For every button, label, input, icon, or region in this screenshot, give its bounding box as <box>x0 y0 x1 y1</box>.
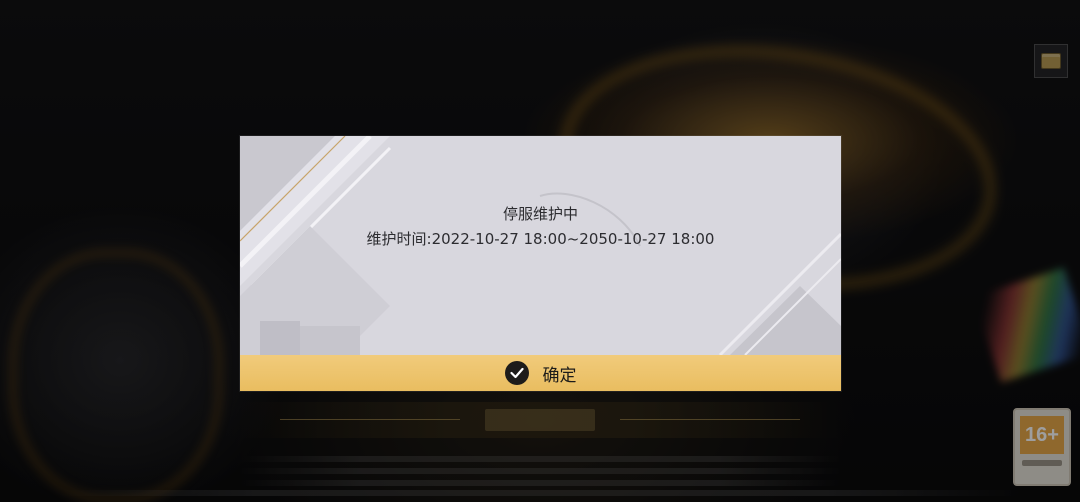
game-background: 16+ 停服维护中 维护时间:2022-10-27 18:00~2050-10-… <box>0 0 1080 502</box>
maintenance-dialog: 停服维护中 维护时间:2022-10-27 18:00~2050-10-27 1… <box>240 136 841 391</box>
maintenance-time: 维护时间:2022-10-27 18:00~2050-10-27 18:00 <box>366 230 715 248</box>
dialog-title: 停服维护中 <box>502 205 578 223</box>
dialog-body: 停服维护中 维护时间:2022-10-27 18:00~2050-10-27 1… <box>240 202 841 252</box>
dialog-decoration <box>240 136 841 391</box>
confirm-label: 确定 <box>542 365 577 386</box>
confirm-button[interactable]: 确定 <box>240 355 841 391</box>
check-circle-icon <box>504 361 529 385</box>
